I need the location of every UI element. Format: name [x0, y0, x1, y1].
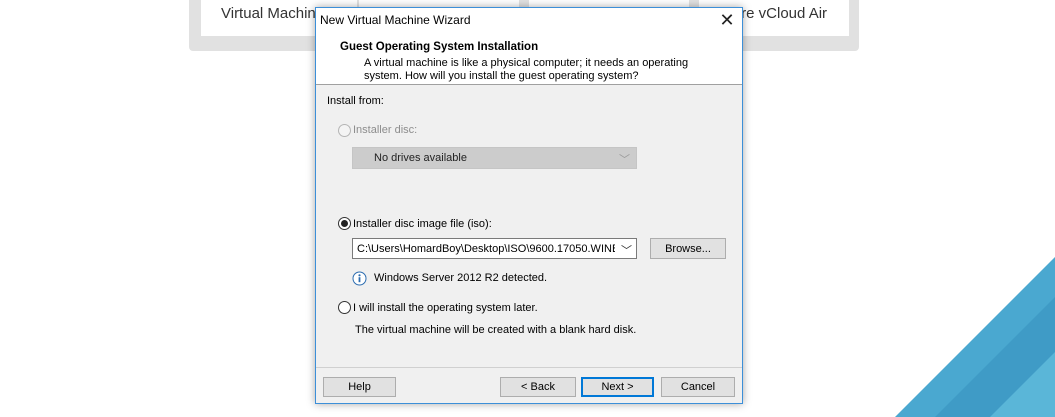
- os-detected-text: Windows Server 2012 R2 detected.: [374, 272, 548, 284]
- next-button[interactable]: Next >: [581, 377, 654, 397]
- iso-radio[interactable]: [338, 217, 351, 230]
- iso-label: Installer disc image file (iso):: [353, 218, 492, 230]
- iso-path-combobox[interactable]: ﹀: [352, 238, 637, 259]
- wizard-content: Install from: Installer disc: No drives …: [316, 86, 742, 366]
- install-from-label: Install from:: [327, 95, 384, 107]
- help-button[interactable]: Help: [323, 377, 396, 397]
- installer-disc-label: Installer disc:: [353, 124, 418, 136]
- install-later-note: The virtual machine will be created with…: [355, 324, 637, 336]
- close-icon: ✕: [719, 9, 735, 30]
- tile-label: Virtual Machine: [221, 5, 325, 22]
- info-icon: [352, 271, 367, 286]
- title-bar[interactable]: New Virtual Machine Wizard ✕: [316, 8, 742, 32]
- close-button[interactable]: ✕: [712, 8, 742, 32]
- back-button[interactable]: < Back: [500, 377, 576, 397]
- drive-select-value: No drives available: [374, 152, 467, 164]
- browse-button[interactable]: Browse...: [650, 238, 726, 259]
- step-description: A virtual machine is like a physical com…: [364, 57, 689, 82]
- dialog-title: New Virtual Machine Wizard: [320, 13, 471, 27]
- chevron-down-icon: ﹀: [619, 154, 630, 166]
- cancel-button[interactable]: Cancel: [661, 377, 735, 397]
- installer-disc-radio[interactable]: [338, 124, 351, 137]
- wizard-header: Guest Operating System Installation A vi…: [316, 32, 742, 85]
- install-later-label: I will install the operating system late…: [353, 302, 538, 314]
- chevron-down-icon[interactable]: ﹀: [621, 242, 632, 258]
- install-later-radio[interactable]: [338, 301, 351, 314]
- new-vm-wizard-dialog: New Virtual Machine Wizard ✕ Guest Opera…: [315, 7, 743, 404]
- iso-path-input[interactable]: [353, 239, 615, 258]
- step-title: Guest Operating System Installation: [340, 41, 539, 53]
- footer-divider: [316, 367, 742, 368]
- drive-select[interactable]: No drives available ﹀: [352, 147, 637, 169]
- decorative-corner: [895, 257, 1055, 417]
